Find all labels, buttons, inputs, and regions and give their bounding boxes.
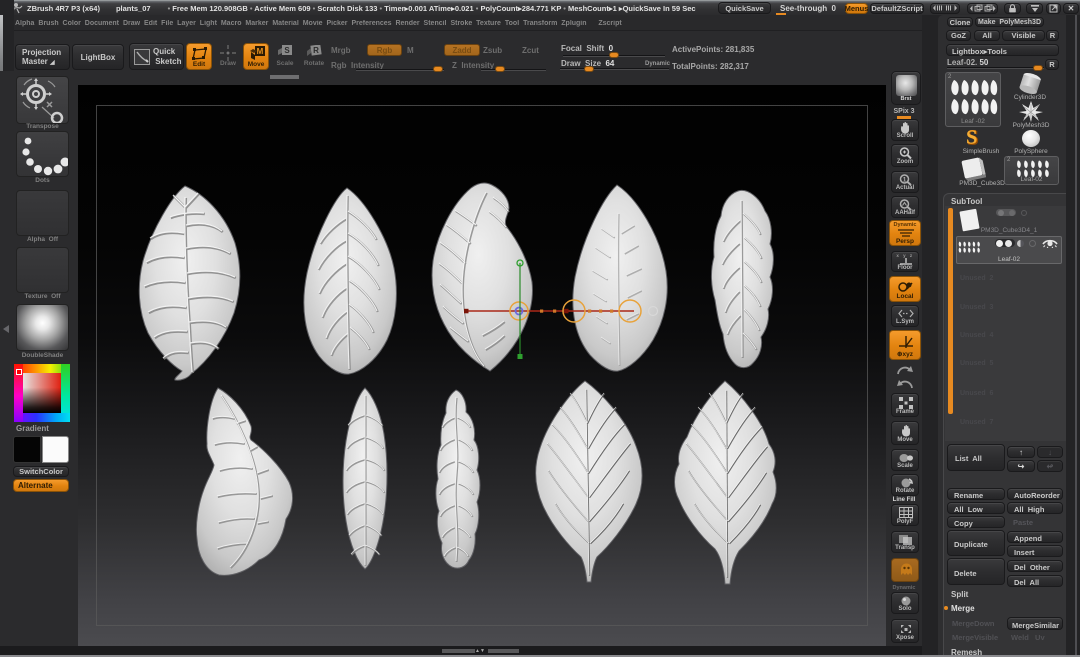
svg-text:S: S xyxy=(284,46,290,55)
svg-text:S: S xyxy=(966,127,977,149)
svg-text:R: R xyxy=(313,46,319,55)
svg-text:M: M xyxy=(257,47,264,56)
